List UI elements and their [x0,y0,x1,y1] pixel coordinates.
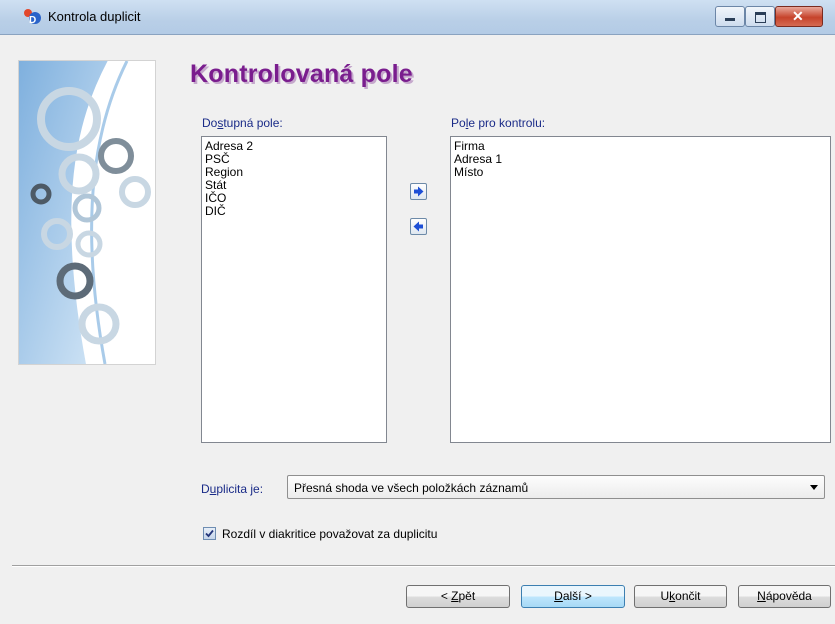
quit-button[interactable]: Ukončit [634,585,727,608]
separator [12,565,835,567]
duplicate-type-value: Přesná shoda ve všech položkách záznamů [294,481,529,495]
checkmark-icon [205,529,214,538]
maximize-button[interactable] [745,6,775,27]
list-item[interactable]: Firma [451,140,830,153]
list-item[interactable]: Adresa 1 [451,153,830,166]
app-icon: D [24,9,41,26]
available-fields-label: Dostupná pole: [202,116,283,130]
checked-fields-list[interactable]: Firma Adresa 1 Místo [450,136,831,443]
diacritics-label[interactable]: Rozdíl v diakritice považovat za duplici… [222,527,437,541]
minimize-icon [725,18,735,21]
list-item[interactable]: Stát [202,179,386,192]
title-bar[interactable]: D Kontrola duplicit ✕ [0,0,835,35]
page-title: Kontrolovaná pole [190,60,413,88]
arrow-left-icon [413,221,423,232]
duplicate-type-label: Duplicita je: [201,482,264,496]
gear-illustration [19,61,151,364]
gear-illustration-panel [18,60,156,365]
diacritics-checkbox[interactable] [203,527,216,540]
move-left-button[interactable] [410,218,427,235]
list-item[interactable]: Místo [451,166,830,179]
close-button[interactable]: ✕ [775,6,823,27]
available-fields-list[interactable]: Adresa 2 PSČ Region Stát IČO DIČ [201,136,387,443]
close-icon: ✕ [792,8,804,24]
chevron-down-icon [810,485,818,490]
list-item[interactable]: DIČ [202,205,386,218]
svg-text:D: D [29,15,36,26]
checked-fields-label: Pole pro kontrolu: [451,116,546,130]
list-item[interactable]: IČO [202,192,386,205]
arrow-right-icon [414,186,424,197]
help-button[interactable]: Nápověda [738,585,831,608]
back-button[interactable]: < Zpět [406,585,510,608]
list-item[interactable]: Region [202,166,386,179]
move-right-button[interactable] [410,183,427,200]
duplicate-type-select[interactable]: Přesná shoda ve všech položkách záznamů [287,475,825,499]
dialog-window: D Kontrola duplicit ✕ Kontrolovaná pole … [0,0,835,624]
minimize-button[interactable] [715,6,745,27]
maximize-icon [755,12,766,23]
next-button[interactable]: Další > [521,585,625,608]
window-title: Kontrola duplicit [48,9,141,24]
